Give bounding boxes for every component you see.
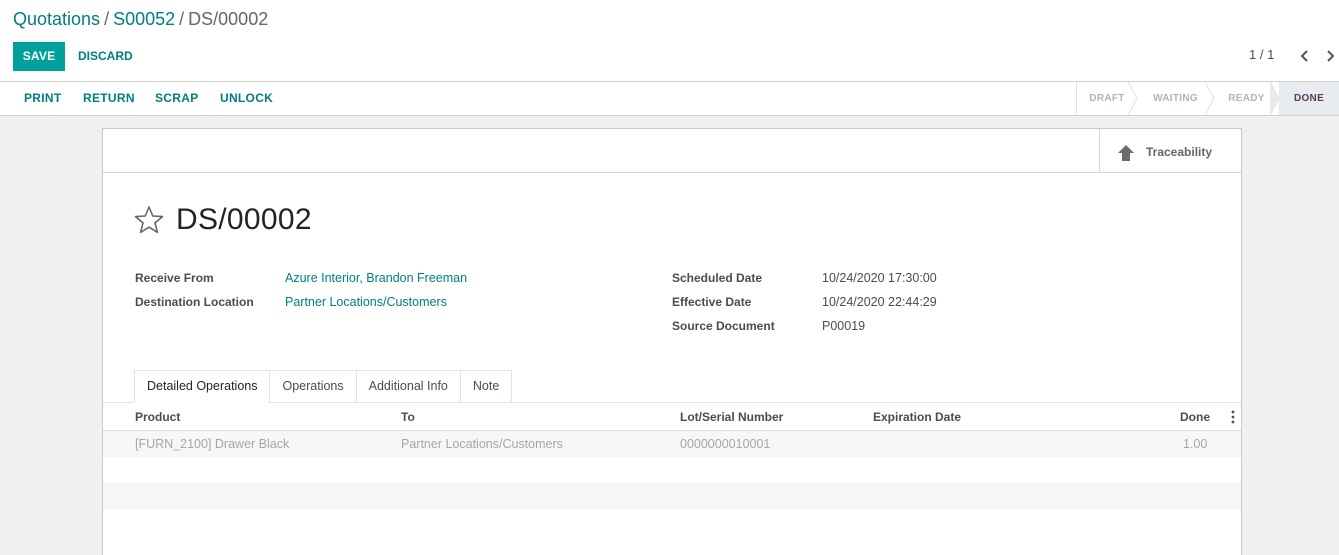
breadcrumb-quotations[interactable]: Quotations [13, 9, 100, 29]
tab-note[interactable]: Note [459, 370, 513, 403]
cell-lot: 0000000010001 [680, 437, 771, 451]
column-header-product[interactable]: Product [135, 410, 180, 424]
statusbar: PRINT RETURN SCRAP UNLOCK DRAFT WAITING … [0, 82, 1339, 116]
notebook-tabs: Detailed Operations Operations Additiona… [134, 370, 513, 403]
source-document-label: Source Document [672, 319, 775, 333]
unlock-button[interactable]: UNLOCK [220, 91, 273, 105]
traceability-button[interactable]: Traceability [1099, 129, 1241, 173]
record-title: DS/00002 [176, 203, 312, 236]
receive-from-label: Receive From [135, 271, 214, 285]
smart-button-box: Traceability [103, 129, 1241, 173]
cell-done: 1.00 [1183, 437, 1208, 451]
breadcrumb-separator: / [104, 9, 110, 29]
cell-product: [FURN_2100] Drawer Black [135, 437, 290, 451]
breadcrumb-current: DS/00002 [188, 9, 269, 29]
status-step-label: DRAFT [1089, 93, 1125, 104]
table-row-empty [103, 457, 1241, 483]
cell-to: Partner Locations/Customers [401, 437, 563, 451]
save-button[interactable]: SAVE [13, 42, 65, 71]
breadcrumb: Quotations / S00052/DS/00002 [13, 9, 268, 29]
pager-value[interactable]: 1 / 1 [1249, 47, 1274, 62]
destination-location-value[interactable]: Partner Locations/Customers [285, 295, 447, 309]
column-header-to[interactable]: To [401, 410, 415, 424]
status-step-done: DONE [1279, 82, 1339, 115]
effective-date-value: 10/24/2020 22:44:29 [822, 295, 937, 309]
status-step-label: DONE [1293, 93, 1325, 104]
column-header-expiration[interactable]: Expiration Date [873, 410, 961, 424]
status-step-label: READY [1228, 93, 1265, 104]
scheduled-date-label: Scheduled Date [672, 271, 763, 285]
table-header: Product To Lot/Serial Number Expiration … [103, 403, 1241, 431]
scrap-button[interactable]: SCRAP [155, 91, 199, 105]
source-document-value: P00019 [822, 319, 866, 333]
scheduled-date-value: 10/24/2020 17:30:00 [822, 271, 937, 285]
traceability-label: Traceability [1146, 145, 1213, 159]
chevron-left-icon[interactable] [1297, 44, 1311, 68]
star-outline-icon[interactable] [134, 205, 164, 235]
arrow-up-icon [1118, 145, 1134, 161]
column-header-lot[interactable]: Lot/Serial Number [680, 410, 783, 424]
control-panel: Quotations / S00052/DS/00002 SAVE DISCARD … [0, 0, 1339, 82]
status-step-waiting: WAITING [1137, 82, 1215, 115]
breadcrumb-separator: / [179, 9, 185, 29]
status-step-ready: READY [1214, 82, 1280, 115]
kebab-menu-icon[interactable] [1230, 410, 1236, 424]
breadcrumb-order[interactable]: S00052 [113, 9, 175, 29]
chevron-right-icon[interactable] [1324, 44, 1338, 68]
tab-operations[interactable]: Operations [269, 370, 356, 403]
form-sheet: Traceability DS/00002 Receive From Azure… [102, 128, 1242, 555]
tab-detailed-operations[interactable]: Detailed Operations [134, 370, 270, 403]
effective-date-label: Effective Date [672, 295, 752, 309]
tab-additional-info[interactable]: Additional Info [355, 370, 460, 403]
table-row-empty [103, 483, 1241, 509]
return-button[interactable]: RETURN [83, 91, 135, 105]
status-steps: DRAFT WAITING READY DONE [1076, 82, 1339, 115]
column-header-done[interactable]: Done [1180, 410, 1210, 424]
discard-button[interactable]: DISCARD [70, 42, 141, 71]
receive-from-value[interactable]: Azure Interior, Brandon Freeman [285, 271, 467, 285]
status-step-label: WAITING [1153, 93, 1198, 104]
destination-location-label: Destination Location [135, 295, 254, 309]
table-row[interactable]: [FURN_2100] Drawer Black Partner Locatio… [103, 431, 1241, 457]
status-step-draft: DRAFT [1077, 82, 1138, 115]
print-button[interactable]: PRINT [24, 91, 62, 105]
